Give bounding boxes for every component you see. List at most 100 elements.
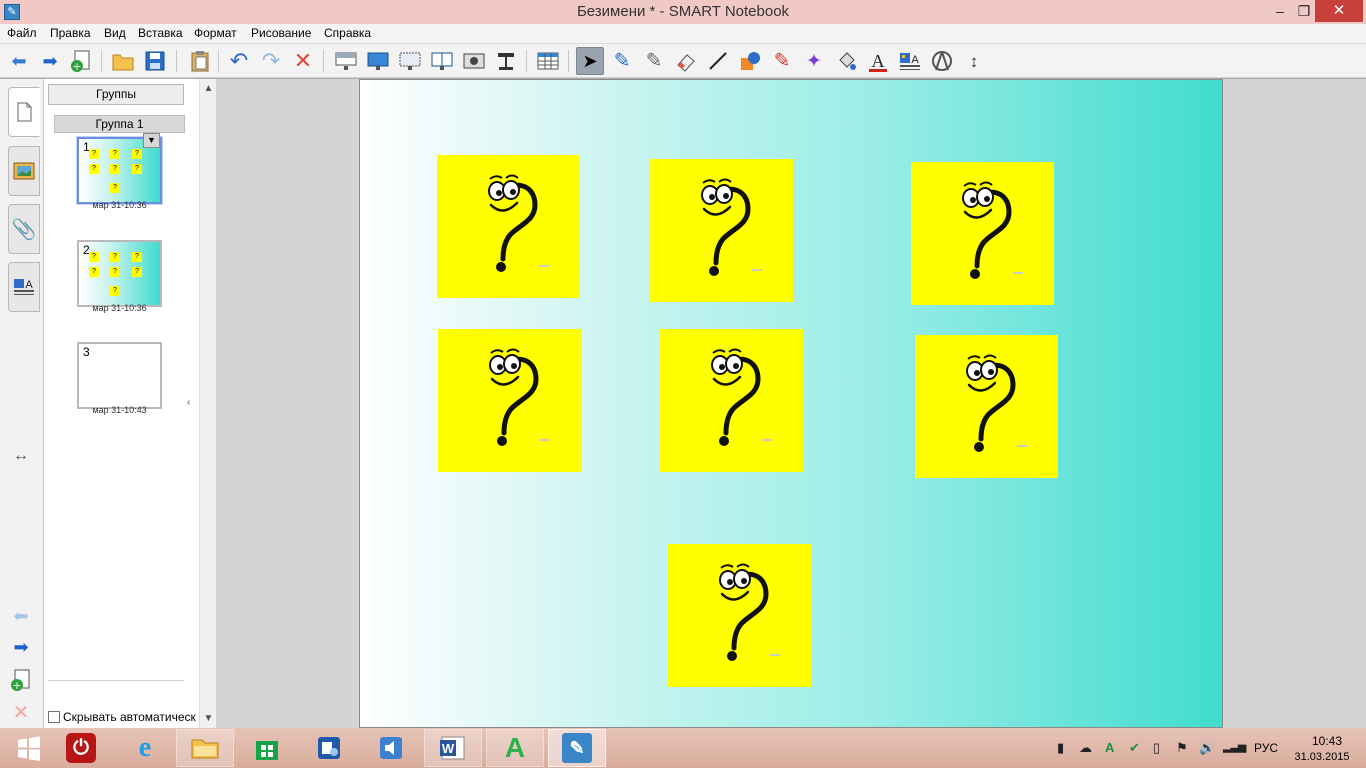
delete-icon[interactable]: ✕ [289, 47, 317, 75]
forward-icon[interactable]: ➡ [36, 47, 64, 75]
tray-date[interactable]: 31.03.2015 [1290, 751, 1354, 763]
add-page-icon[interactable]: + [67, 47, 95, 75]
eraser-icon[interactable] [672, 47, 700, 75]
scroll-down-icon[interactable]: ▼ [200, 710, 217, 727]
thumb-card: ? [110, 164, 120, 174]
question-mark-icon [711, 348, 772, 446]
page-menu-dropdown[interactable]: ▼ [143, 133, 160, 148]
creative-pen-icon[interactable]: ✎ [640, 47, 668, 75]
group-header[interactable]: Группа 1 [54, 115, 185, 133]
thumb-card: ? [132, 252, 142, 262]
thumb-card: ? [110, 252, 120, 262]
thumb-card: ? [89, 267, 99, 277]
text-icon[interactable]: A [864, 47, 892, 75]
close-button[interactable]: ✕ [1315, 0, 1363, 22]
auto-hide-label: Скрывать автоматическ [63, 710, 196, 724]
resize-arrows-icon[interactable]: ↔ [8, 445, 34, 467]
previous-page-icon[interactable]: ⬅ [8, 605, 34, 627]
auto-hide-checkbox[interactable]: Скрывать автоматическ [48, 710, 196, 724]
capture-icon[interactable] [460, 47, 488, 75]
notebook-page-canvas[interactable] [359, 79, 1223, 728]
tray-signal-icon[interactable]: ▂▃▅ [1223, 740, 1246, 753]
move-toolbar-icon[interactable]: ↕ [960, 47, 988, 75]
shapes-icon[interactable] [736, 47, 764, 75]
question-card[interactable] [650, 159, 793, 302]
svg-text:A: A [911, 54, 919, 66]
fill-icon[interactable] [832, 47, 860, 75]
menu-help[interactable]: Справка [324, 26, 371, 40]
back-icon[interactable]: ⬅ [5, 47, 33, 75]
magic-pen-icon[interactable]: ✦ [800, 47, 828, 75]
windows-store-icon[interactable] [238, 729, 296, 767]
dual-page-icon[interactable] [428, 47, 456, 75]
question-mark-icon [719, 563, 780, 661]
tray-flag-icon[interactable]: ⚑ [1176, 740, 1188, 756]
screen-shade-icon[interactable] [332, 47, 360, 75]
menu-draw[interactable]: Рисование [251, 26, 311, 40]
tray-location-icon[interactable]: ▮ [1057, 740, 1064, 756]
start-icon[interactable] [0, 729, 58, 767]
page-thumbnail-2[interactable]: 2 ? ? ? ? ? ? ? [77, 240, 162, 307]
page-thumbnail-3[interactable]: 3 [77, 342, 162, 409]
tray-check-icon[interactable]: ✔ [1129, 740, 1140, 756]
green-a-app-icon[interactable]: A [486, 729, 544, 767]
sorter-scrollbar[interactable]: ▲ ▼ [199, 79, 216, 728]
measurement-icon[interactable] [928, 47, 956, 75]
question-card[interactable] [915, 335, 1058, 478]
tray-time[interactable]: 10:43 [1300, 734, 1354, 748]
speaker-app-icon[interactable] [362, 729, 420, 767]
transparent-bg-icon[interactable] [396, 47, 424, 75]
select-icon[interactable]: ➤ [576, 47, 604, 75]
tray-language[interactable]: РУС [1254, 741, 1278, 755]
svg-text:+: + [72, 60, 81, 73]
maximize-button[interactable]: ❐ [1290, 0, 1318, 22]
taskbar: ⏻ e W A ✎ [0, 728, 1366, 768]
question-card[interactable] [660, 329, 803, 472]
properties-tab[interactable]: A [8, 262, 40, 312]
tray-device-icon[interactable]: ▯ [1153, 740, 1160, 756]
save-icon[interactable] [141, 47, 169, 75]
pen-icon[interactable]: ✎ [608, 47, 636, 75]
undo-icon[interactable]: ↶ [225, 47, 253, 75]
properties-icon[interactable]: A [896, 47, 924, 75]
redo-icon[interactable]: ↷ [257, 47, 285, 75]
word-icon[interactable]: W [424, 729, 482, 767]
tray-a-icon[interactable]: A [1105, 740, 1114, 755]
tray-cloud-icon[interactable]: ☁ [1079, 740, 1092, 756]
question-mark-icon [489, 348, 550, 446]
page-sorter-tab[interactable] [8, 87, 40, 137]
menu-format[interactable]: Формат [194, 26, 237, 40]
smart-notebook-icon[interactable]: ✎ [548, 729, 606, 767]
thumb-card: ? [132, 267, 142, 277]
delete-page-icon[interactable]: ✕ [8, 701, 34, 724]
internet-explorer-icon[interactable]: e [116, 729, 174, 767]
menu-file[interactable]: Файл [7, 26, 37, 40]
next-page-icon[interactable]: ➡ [8, 636, 34, 658]
line-icon[interactable] [704, 47, 732, 75]
add-page-icon[interactable]: + [8, 669, 34, 692]
sorter-resize-handle[interactable]: ‹ [187, 397, 190, 408]
shutdown-icon[interactable]: ⏻ [52, 729, 110, 767]
question-card[interactable] [911, 162, 1054, 305]
table-icon[interactable] [534, 47, 562, 75]
open-icon[interactable] [109, 47, 137, 75]
attachments-tab[interactable]: 📎 [8, 204, 40, 254]
menu-insert[interactable]: Вставка [138, 26, 183, 40]
control-panel-icon[interactable] [300, 729, 358, 767]
question-card[interactable] [437, 155, 580, 298]
scroll-up-icon[interactable]: ▲ [200, 80, 217, 97]
paste-icon[interactable] [186, 47, 214, 75]
menu-bar: Файл Правка Вид Вставка Формат Рисование… [0, 24, 1366, 44]
gallery-tab[interactable] [8, 146, 40, 196]
menu-view[interactable]: Вид [104, 26, 126, 40]
checkbox-box[interactable] [48, 711, 60, 723]
shape-pen-icon[interactable]: ✎ [768, 47, 796, 75]
full-screen-icon[interactable] [364, 47, 392, 75]
tray-volume-icon[interactable]: 🔊 [1199, 740, 1215, 756]
question-card[interactable] [438, 329, 581, 472]
question-card[interactable] [668, 544, 811, 687]
menu-edit[interactable]: Правка [50, 26, 91, 40]
groups-button[interactable]: Группы [48, 84, 184, 105]
doc-camera-icon[interactable] [492, 47, 520, 75]
file-explorer-icon[interactable] [176, 729, 234, 767]
